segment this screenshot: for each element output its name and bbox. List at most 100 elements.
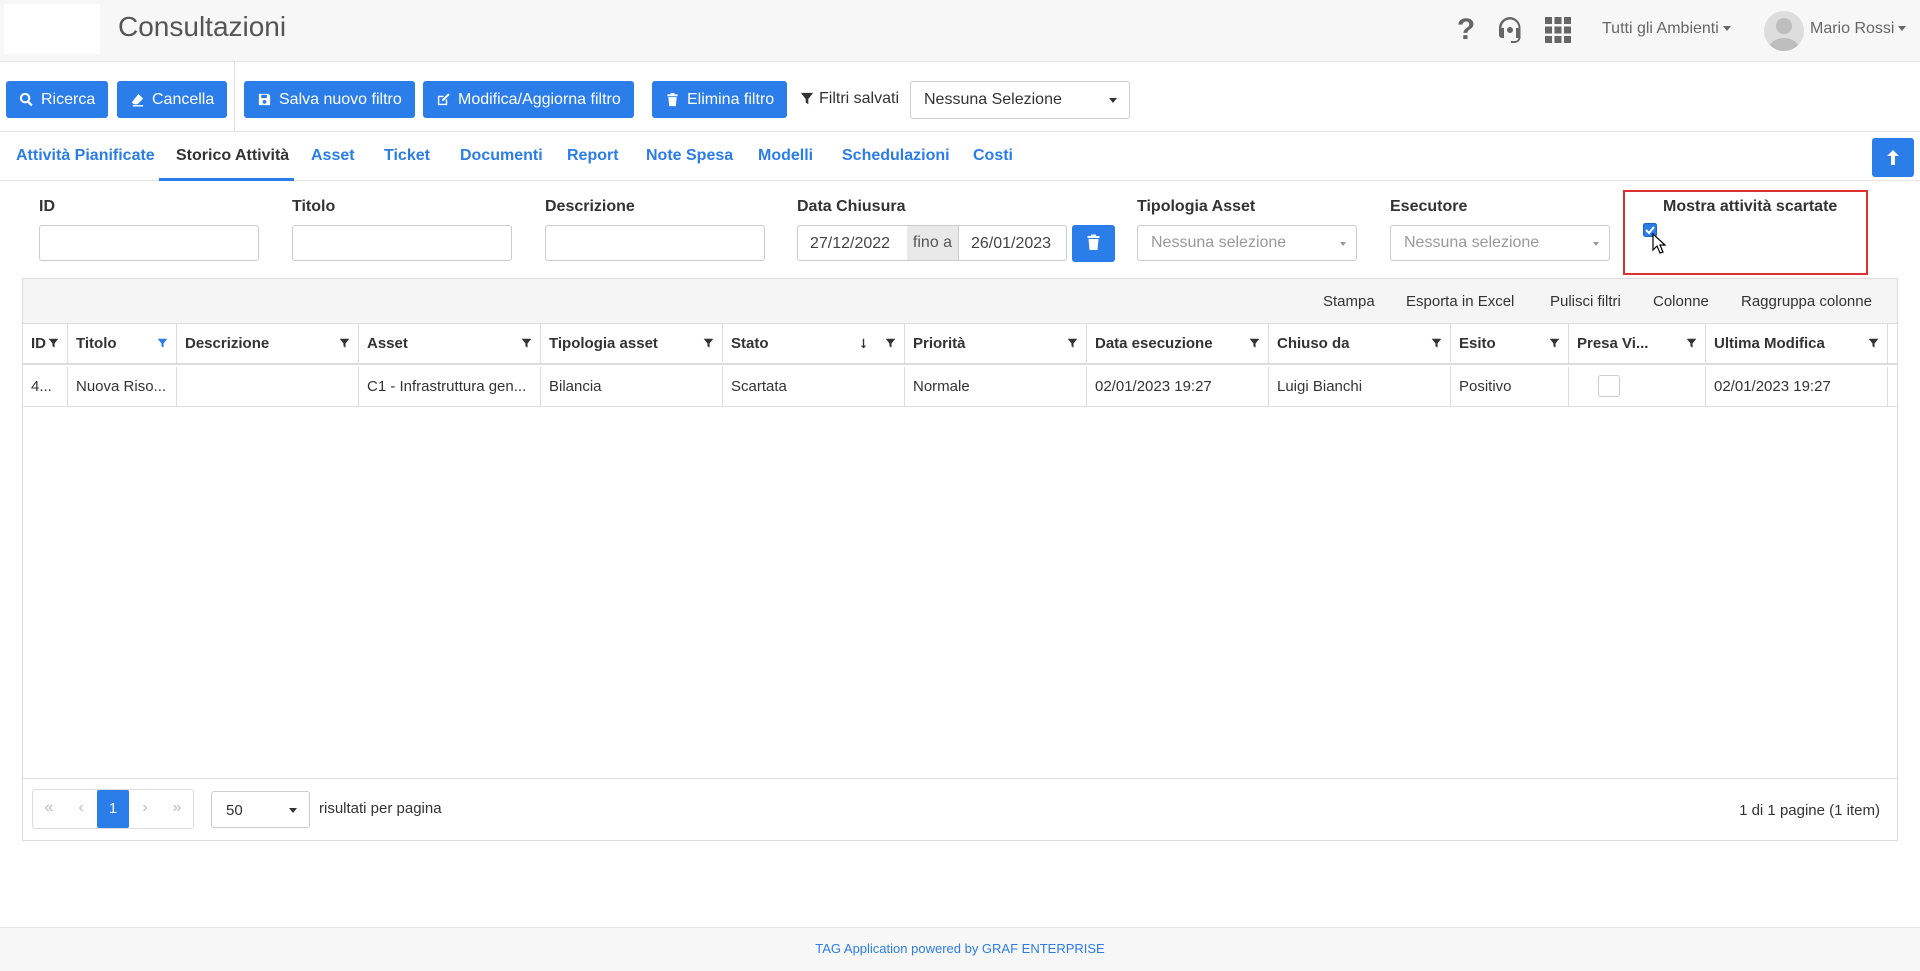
date-to-input[interactable]: 26/01/2023 <box>958 225 1067 261</box>
presa-visione-checkbox[interactable] <box>1598 375 1620 397</box>
column-header-id[interactable]: ID <box>23 324 68 365</box>
apps-grid-icon[interactable] <box>1542 13 1574 45</box>
column-header-asset[interactable]: Asset <box>359 324 541 365</box>
id-filter-input[interactable] <box>39 225 259 261</box>
column-header-label: Asset <box>367 335 408 352</box>
tab-attivita-pianificate[interactable]: Attività Pianificate <box>16 147 155 165</box>
tab-asset[interactable]: Asset <box>311 147 355 165</box>
column-header-titolo[interactable]: Titolo <box>68 324 177 365</box>
tab-bar: Attività Pianificate Storico Attività As… <box>0 133 1920 181</box>
filter-icon[interactable] <box>703 338 714 349</box>
tab-ticket[interactable]: Ticket <box>384 147 430 165</box>
active-tab-indicator <box>159 178 294 181</box>
group-columns-button[interactable]: Raggruppa colonne <box>1741 293 1872 310</box>
clear-filters-button[interactable]: Pulisci filtri <box>1550 293 1621 310</box>
filter-icon[interactable] <box>1431 338 1442 349</box>
arrow-up-icon <box>1887 150 1899 165</box>
prev-page-icon[interactable]: ‹ <box>65 790 97 828</box>
column-header-chiuso-da[interactable]: Chiuso da <box>1269 324 1451 365</box>
clear-button[interactable]: Cancella <box>117 81 228 118</box>
id-filter-label: ID <box>39 198 55 215</box>
asset-type-placeholder: Nessuna selezione <box>1151 234 1287 251</box>
filter-active-icon[interactable] <box>157 338 168 349</box>
column-header-stato[interactable]: Stato <box>723 324 905 365</box>
filter-icon[interactable] <box>521 338 532 349</box>
tab-report[interactable]: Report <box>567 147 619 165</box>
clear-date-button[interactable] <box>1072 225 1115 262</box>
save-filter-button[interactable]: Salva nuovo filtro <box>244 81 415 118</box>
page-info: 1 di 1 pagine (1 item) <box>1739 802 1880 819</box>
clear-button-label: Cancella <box>152 90 215 108</box>
last-page-icon[interactable]: » <box>161 790 193 828</box>
chevron-down-icon <box>1722 26 1731 32</box>
tab-modelli[interactable]: Modelli <box>758 147 813 165</box>
tab-note-spesa[interactable]: Note Spesa <box>646 147 733 165</box>
filter-icon[interactable] <box>1686 338 1697 349</box>
pager-buttons: « ‹ 1 › » <box>32 789 194 829</box>
column-header-esito[interactable]: Esito <box>1451 324 1569 365</box>
executor-placeholder: Nessuna selezione <box>1404 234 1540 251</box>
column-header-label: Descrizione <box>185 335 270 352</box>
help-icon[interactable]: ? <box>1450 13 1482 45</box>
column-header-descrizione[interactable]: Descrizione <box>177 324 359 365</box>
filter-icon[interactable] <box>885 338 896 349</box>
columns-button[interactable]: Colonne <box>1653 293 1709 310</box>
mouse-cursor-icon <box>1652 233 1666 254</box>
delete-filter-button[interactable]: Elimina filtro <box>652 81 788 118</box>
pager: « ‹ 1 › » 50 risultati per pagina 1 di 1… <box>23 778 1897 841</box>
next-page-icon[interactable]: › <box>129 790 161 828</box>
avatar[interactable] <box>1764 11 1804 51</box>
scroll-top-button[interactable] <box>1872 138 1914 177</box>
first-page-icon[interactable]: « <box>33 790 65 828</box>
activity-grid: Stampa Esporta in Excel Pulisci filtri C… <box>22 278 1898 841</box>
asset-type-select[interactable]: Nessuna selezione <box>1137 225 1357 261</box>
date-from-input[interactable]: 27/12/2022 <box>797 225 908 261</box>
date-from-value: 27/12/2022 <box>810 235 891 252</box>
date-range-separator: fino a <box>907 225 958 261</box>
tab-costi[interactable]: Costi <box>973 147 1013 165</box>
cell-priorita: Normale <box>905 367 1087 407</box>
app-header: Consultazioni ? Tutti gli Ambienti Mario… <box>0 0 1920 62</box>
column-header-data-esecuzione[interactable]: Data esecuzione <box>1087 324 1269 365</box>
date-to-value: 26/01/2023 <box>971 235 1052 252</box>
saved-filters-select[interactable]: Nessuna Selezione <box>910 81 1130 119</box>
executor-select[interactable]: Nessuna selezione <box>1390 225 1610 261</box>
tab-storico-attivita[interactable]: Storico Attività <box>176 147 289 165</box>
filter-icon[interactable] <box>1249 338 1260 349</box>
support-headset-icon[interactable] <box>1494 13 1526 45</box>
column-header-priorita[interactable]: Priorità <box>905 324 1087 365</box>
eraser-icon <box>131 93 144 107</box>
filter-icon[interactable] <box>1868 338 1879 349</box>
footer-text[interactable]: TAG Application powered by GRAF ENTERPRI… <box>0 941 1920 956</box>
edit-filter-button[interactable]: Modifica/Aggiorna filtro <box>423 81 634 118</box>
export-excel-button[interactable]: Esporta in Excel <box>1406 293 1514 310</box>
environment-select[interactable]: Tutti gli Ambienti <box>1602 20 1731 38</box>
print-button[interactable]: Stampa <box>1323 293 1375 310</box>
page-button-1[interactable]: 1 <box>97 790 129 828</box>
column-header-tipologia-asset[interactable]: Tipologia asset <box>541 324 723 365</box>
tab-schedulazioni[interactable]: Schedulazioni <box>842 147 950 165</box>
search-button[interactable]: Ricerca <box>6 81 109 118</box>
filter-icon[interactable] <box>48 338 59 349</box>
per-page-label: risultati per pagina <box>319 800 442 817</box>
sort-down-icon[interactable] <box>858 338 869 349</box>
tab-documenti[interactable]: Documenti <box>460 147 543 165</box>
title-filter-label: Titolo <box>292 198 336 215</box>
column-header-ultima-modifica[interactable]: Ultima Modifica <box>1706 324 1888 365</box>
title-filter-input[interactable] <box>292 225 512 261</box>
column-header-label: ID <box>31 335 46 352</box>
app-logo[interactable] <box>4 4 100 54</box>
filter-icon[interactable] <box>1549 338 1560 349</box>
page-title: Consultazioni <box>118 11 287 42</box>
filter-icon[interactable] <box>339 338 350 349</box>
user-menu[interactable]: Mario Rossi <box>1810 20 1907 38</box>
trash-icon <box>1087 234 1100 250</box>
description-filter-input[interactable] <box>545 225 765 261</box>
delete-filter-label: Elimina filtro <box>687 90 775 108</box>
column-header-presa-visione[interactable]: Presa Vi... <box>1569 324 1706 365</box>
asset-type-label: Tipologia Asset <box>1137 198 1256 215</box>
page-size-select[interactable]: 50 <box>211 791 310 828</box>
filter-icon[interactable] <box>1067 338 1078 349</box>
grid-header-row: ID Titolo Descrizione Asset Tipologia as… <box>23 324 1897 365</box>
column-header-label: Titolo <box>76 335 117 352</box>
